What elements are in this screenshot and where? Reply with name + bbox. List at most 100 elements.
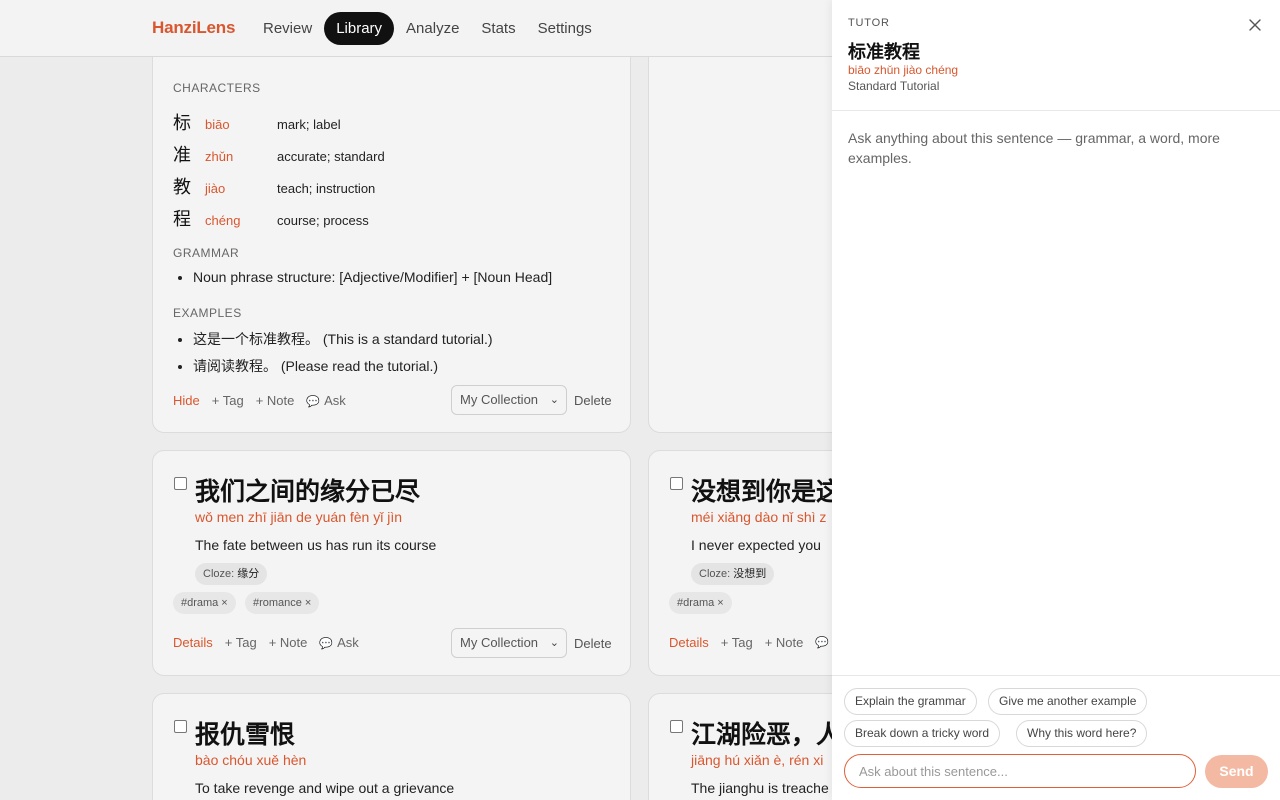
ask-button[interactable]: 💬 Ask — [306, 393, 345, 408]
grammar-point: Noun phrase structure: [Adjective/Modifi… — [193, 269, 552, 285]
tutor-sentence-pinyin: biāo zhǔn jiào chéng — [848, 63, 959, 77]
chevron-down-icon: ⌄ — [549, 394, 559, 406]
chat-bubble-icon[interactable]: 💬 — [815, 636, 829, 649]
sentence-translation: The jianghu is treache — [691, 780, 829, 796]
nav-settings[interactable]: Settings — [528, 12, 602, 45]
app-logo[interactable]: HanziLens — [152, 18, 235, 38]
cloze-badge: Cloze: 没想到 — [691, 563, 775, 585]
chevron-down-icon: ⌄ — [549, 637, 559, 649]
add-note-button[interactable]: + Note — [269, 635, 308, 650]
sentence-card: 我们之间的缘分已尽 wǒ men zhī jiān de yuán fèn yǐ… — [152, 450, 631, 676]
character-hanzi: 标 — [173, 113, 191, 134]
cloze-word: 没想到 — [733, 568, 767, 580]
cloze-badge: Cloze: 缘分 — [195, 563, 268, 585]
character-pinyin: jiào — [205, 181, 226, 196]
close-icon[interactable] — [1248, 18, 1262, 32]
character-hanzi: 程 — [173, 209, 191, 230]
add-note-button[interactable]: + Note — [256, 393, 295, 408]
grammar-list: Noun phrase structure: [Adjective/Modifi… — [193, 269, 552, 292]
select-checkbox[interactable] — [670, 477, 683, 490]
ask-label: Ask — [337, 635, 359, 650]
suggestion-another-example[interactable]: Give me another example — [988, 688, 1148, 715]
add-note-button[interactable]: + Note — [765, 635, 804, 650]
cloze-label: Cloze: — [203, 568, 235, 580]
character-hanzi: 教 — [173, 177, 191, 198]
card-actions: Hide + Tag + Note 💬 Ask — [173, 393, 346, 408]
ask-button[interactable]: 💬 Ask — [319, 635, 358, 650]
tag-label: #romance — [253, 597, 302, 609]
collection-select-value: My Collection — [460, 392, 539, 407]
tag-chip: #romance × — [245, 592, 320, 614]
character-row: 程 chéng course; process — [173, 205, 369, 231]
select-checkbox[interactable] — [174, 720, 187, 733]
ask-input[interactable] — [844, 754, 1196, 788]
tag-chip: #drama × — [669, 592, 732, 614]
tutor-label: TUTOR — [848, 17, 890, 29]
remove-tag-icon[interactable]: × — [221, 597, 227, 609]
character-pinyin: biāo — [205, 117, 230, 132]
main-nav: Review Library Analyze Stats Settings — [253, 12, 602, 45]
cloze-word: 缘分 — [237, 568, 260, 580]
grammar-heading: GRAMMAR — [173, 246, 240, 260]
sentence-card-expanded: CHARACTERS 标 biāo mark; label 准 zhǔn acc… — [152, 30, 631, 433]
example-sentence: 这是一个标准教程。 (This is a standard tutorial.) — [193, 329, 493, 349]
character-pinyin: chéng — [205, 213, 241, 228]
details-button[interactable]: Details — [173, 635, 213, 650]
nav-stats[interactable]: Stats — [471, 12, 525, 45]
select-checkbox[interactable] — [174, 477, 187, 490]
example-sentence: 请阅读教程。 (Please read the tutorial.) — [193, 356, 493, 376]
select-checkbox[interactable] — [670, 720, 683, 733]
tutor-sentence-hanzi: 标准教程 — [848, 42, 920, 63]
sentence-hanzi: 我们之间的缘分已尽 — [195, 477, 421, 506]
sentence-hanzi: 没想到你是这 — [691, 477, 842, 506]
collection-select-value: My Collection — [460, 635, 539, 650]
collection-select[interactable]: My Collection ⌄ — [451, 385, 567, 415]
examples-list: 这是一个标准教程。 (This is a standard tutorial.)… — [193, 329, 493, 383]
delete-button[interactable]: Delete — [574, 636, 612, 651]
suggestion-why-this-word[interactable]: Why this word here? — [1016, 720, 1148, 747]
character-row: 准 zhǔn accurate; standard — [173, 141, 385, 167]
sentence-hanzi: 报仇雪恨 — [195, 720, 296, 749]
sentence-pinyin: jiāng hú xiǎn è, rén xi — [691, 752, 824, 768]
chat-bubble-icon: 💬 — [306, 396, 321, 408]
suggestion-explain-grammar[interactable]: Explain the grammar — [844, 688, 977, 715]
send-button[interactable]: Send — [1205, 755, 1268, 788]
details-button[interactable]: Details — [669, 635, 709, 650]
sentence-pinyin: wǒ men zhī jiān de yuán fèn yǐ jìn — [195, 509, 403, 525]
nav-analyze[interactable]: Analyze — [396, 12, 469, 45]
card-actions: Details + Tag + Note 💬 Ask — [173, 635, 359, 650]
suggestion-tricky-word[interactable]: Break down a tricky word — [844, 720, 1001, 747]
delete-button[interactable]: Delete — [574, 393, 612, 408]
divider — [832, 110, 1280, 111]
characters-heading: CHARACTERS — [173, 81, 261, 95]
sentence-translation: The fate between us has run its course — [195, 537, 437, 553]
examples-heading: EXAMPLES — [173, 306, 242, 320]
character-meaning: course; process — [277, 213, 369, 228]
add-tag-button[interactable]: + Tag — [721, 635, 753, 650]
character-hanzi: 准 — [173, 145, 191, 166]
character-row: 教 jiào teach; instruction — [173, 173, 375, 199]
tutor-panel: TUTOR 标准教程 biāo zhǔn jiào chéng Standard… — [832, 0, 1280, 800]
hide-details-button[interactable]: Hide — [173, 393, 200, 408]
add-tag-button[interactable]: + Tag — [225, 635, 257, 650]
character-row: 标 biāo mark; label — [173, 109, 341, 135]
sentence-hanzi: 江湖险恶，人 — [691, 720, 842, 749]
add-tag-button[interactable]: + Tag — [212, 393, 244, 408]
tag-label: #drama — [677, 597, 715, 609]
remove-tag-icon[interactable]: × — [305, 597, 311, 609]
tag-chip: #drama × — [173, 592, 236, 614]
character-meaning: teach; instruction — [277, 181, 376, 196]
character-meaning: mark; label — [277, 117, 341, 132]
cloze-label: Cloze: — [699, 568, 731, 580]
character-meaning: accurate; standard — [277, 149, 385, 164]
sentence-card: 报仇雪恨 bào chóu xuě hèn To take revenge an… — [152, 693, 631, 800]
collection-select[interactable]: My Collection ⌄ — [451, 628, 567, 658]
ask-label: Ask — [324, 393, 346, 408]
remove-tag-icon[interactable]: × — [717, 597, 723, 609]
nav-review[interactable]: Review — [253, 12, 322, 45]
tutor-hint: Ask anything about this sentence — gramm… — [848, 130, 1220, 166]
sentence-translation: I never expected you — [691, 537, 821, 553]
nav-library[interactable]: Library — [324, 12, 395, 45]
sentence-pinyin: méi xiǎng dào nǐ shì z — [691, 509, 827, 525]
chat-bubble-icon: 💬 — [319, 638, 334, 650]
